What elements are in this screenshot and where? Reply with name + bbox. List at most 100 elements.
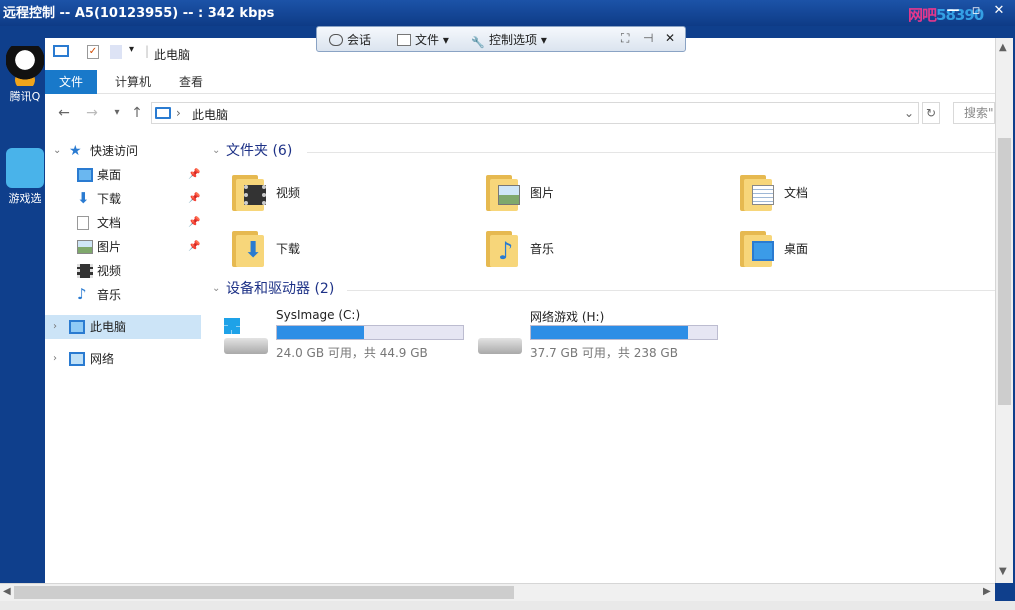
drive-c[interactable]: SysImage (C:) 24.0 GB 可用，共 44.9 GB [222, 308, 482, 364]
sidebar-item-videos[interactable]: 视频 [45, 259, 201, 283]
folder-icon: ⬇ [230, 227, 268, 269]
up-arrow-icon[interactable]: ↑ [128, 103, 146, 123]
address-field[interactable]: › 此电脑 ⌄ [151, 102, 919, 124]
desktop-icon [752, 241, 774, 261]
desktop-icon-qq[interactable]: 腾讯Q [4, 46, 46, 104]
chevron-right-icon[interactable]: › [53, 315, 57, 339]
picture-icon [77, 240, 93, 254]
file-transfer-icon [397, 34, 411, 46]
folder-documents[interactable]: 文档 [738, 171, 968, 221]
chevron-down-icon[interactable]: ⌄ [53, 139, 61, 163]
film-icon [77, 264, 93, 278]
drive-usage-bar [530, 325, 718, 340]
scroll-left-icon[interactable]: ◀ [3, 586, 11, 597]
document-icon [77, 216, 89, 230]
pin-icon: 📌 [188, 217, 201, 228]
address-dropdown-icon[interactable]: ⌄ [904, 106, 914, 120]
sidebar-item-desktop[interactable]: 桌面 📌 [45, 163, 201, 187]
folder-icon [230, 171, 268, 213]
desktop-icon-game[interactable]: 游戏选 [4, 148, 46, 206]
status-bar [0, 601, 1015, 610]
desktop-icon-label: 腾讯Q [9, 90, 41, 103]
back-arrow-icon[interactable]: ← [55, 103, 73, 123]
scroll-thumb[interactable] [998, 138, 1011, 405]
sidebar-item-documents[interactable]: 文档 📌 [45, 211, 201, 235]
new-folder-icon[interactable] [110, 45, 122, 59]
scroll-thumb[interactable] [14, 586, 514, 599]
folder-downloads[interactable]: ⬇ 下载 [230, 227, 460, 277]
control-options-button[interactable]: 🔧 控制选项 ▾ [471, 31, 547, 49]
scroll-down-icon[interactable]: ▼ [999, 566, 1007, 577]
folder-music[interactable]: ♪ 音乐 [484, 227, 714, 277]
document-icon [752, 185, 774, 205]
chevron-right-icon[interactable]: › [53, 347, 57, 371]
pin-toolbar-icon[interactable]: ⊣ [643, 31, 653, 45]
chevron-down-icon[interactable]: ⌄ [212, 141, 220, 161]
tab-view[interactable]: 查看 [165, 70, 217, 94]
folder-pictures[interactable]: 图片 [484, 171, 714, 221]
folder-videos[interactable]: 视频 [230, 171, 460, 221]
drive-usage-fill [531, 326, 688, 339]
drive-h[interactable]: 网络游戏 (H:) 37.7 GB 可用，共 238 GB [476, 308, 736, 364]
computer-icon [155, 107, 171, 119]
refresh-icon[interactable]: ↻ [922, 102, 940, 124]
wrench-icon: 🔧 [471, 36, 485, 49]
download-arrow-icon: ⬇ [244, 238, 263, 263]
customize-qat-icon[interactable]: ▾ [129, 44, 134, 55]
forward-arrow-icon[interactable]: → [83, 103, 101, 123]
sidebar-item-quick-access[interactable]: ⌄ ★ 快速访问 [45, 139, 201, 163]
desktop-icon [77, 168, 93, 182]
folder-icon [738, 227, 776, 269]
pin-icon: 📌 [188, 193, 201, 204]
breadcrumb-chevron-icon[interactable]: › [176, 106, 181, 120]
tab-file[interactable]: 文件 [45, 70, 98, 94]
address-bar: ← → ▾ ↑ › 此电脑 ⌄ ↻ 搜索" [45, 100, 995, 126]
fit-screen-icon[interactable]: ⛶ [621, 31, 629, 46]
whale-icon [6, 148, 44, 188]
music-note-icon: ♪ [498, 237, 514, 265]
vertical-scrollbar[interactable]: ▲ ▼ [995, 38, 1013, 583]
scroll-up-icon[interactable]: ▲ [999, 42, 1007, 53]
ribbon: 文件 计算机 查看 [45, 70, 995, 94]
scroll-right-icon[interactable]: ▶ [983, 586, 991, 597]
sidebar-item-this-pc[interactable]: › 此电脑 [45, 315, 201, 339]
session-button[interactable]: 会话 [329, 31, 371, 48]
minimize-icon[interactable]: — [942, 2, 964, 20]
file-menu-button[interactable]: 文件 ▾ [397, 31, 449, 48]
folder-icon: ♪ [484, 227, 522, 269]
search-input[interactable]: 搜索" [953, 102, 995, 124]
devices-section-header[interactable]: ⌄ 设备和驱动器 (2) [212, 279, 352, 299]
picture-icon [498, 185, 520, 205]
section-divider [347, 290, 995, 291]
chat-bubble-icon [329, 34, 343, 46]
sidebar-item-pictures[interactable]: 图片 📌 [45, 235, 201, 259]
close-icon[interactable]: ✕ [988, 2, 1010, 20]
folder-desktop[interactable]: 桌面 [738, 227, 968, 277]
star-icon: ★ [69, 143, 82, 159]
folder-icon [484, 171, 522, 213]
drive-usage-fill [277, 326, 364, 339]
breadcrumb[interactable]: 此电脑 [192, 106, 228, 123]
tab-computer[interactable]: 计算机 [101, 70, 165, 94]
navigation-pane: ⌄ ★ 快速访问 桌面 📌 ⬇ 下载 📌 文档 📌 图片 📌 视频 ♪ 音乐 ›… [45, 138, 205, 578]
properties-icon[interactable]: ✓ [87, 45, 99, 59]
music-note-icon: ♪ [77, 285, 87, 303]
chevron-down-icon[interactable]: ⌄ [212, 279, 220, 299]
sidebar-item-downloads[interactable]: ⬇ 下载 📌 [45, 187, 201, 211]
qat-separator: | [145, 44, 150, 58]
close-icon[interactable]: ✕ [665, 31, 675, 45]
pin-icon: 📌 [188, 241, 201, 252]
maximize-icon[interactable]: ▫ [965, 2, 987, 20]
sidebar-item-network[interactable]: › 网络 [45, 347, 201, 371]
horizontal-scrollbar[interactable]: ◀ ▶ [0, 583, 995, 601]
hard-drive-icon [476, 318, 522, 358]
download-arrow-icon: ⬇ [77, 189, 90, 207]
remote-title-bar: 远程控制 -- A5(10123955) -- : 342 kbps 网吧583… [0, 0, 1015, 26]
explorer-window: ✓ ▾ | 此电脑 文件 计算机 查看 ← → ▾ ↑ › 此电脑 ⌄ ↻ 搜索… [45, 38, 995, 583]
window-title: 此电脑 [154, 48, 191, 62]
recent-locations-icon[interactable]: ▾ [108, 103, 126, 123]
sidebar-item-music[interactable]: ♪ 音乐 [45, 283, 201, 307]
desktop-icon-label: 游戏选 [8, 192, 42, 205]
computer-icon [69, 320, 85, 334]
folders-section-header[interactable]: ⌄ 文件夹 (6) [212, 141, 302, 161]
